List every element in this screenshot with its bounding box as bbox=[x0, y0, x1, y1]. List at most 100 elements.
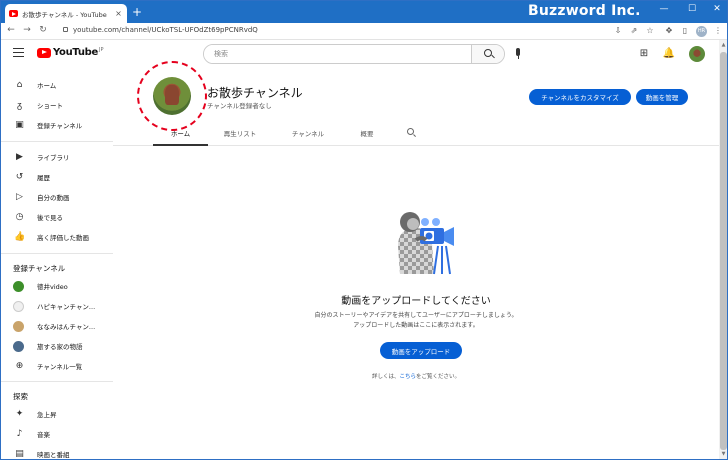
subscription-label: 徳井video bbox=[37, 283, 68, 291]
subscription-label: ななみはんチャン... bbox=[37, 323, 96, 331]
empty-state-description: 自分のストーリーやアイデアを共有してユーザーにアプローチしましょう。 bbox=[314, 312, 518, 319]
browse-channels-label: チャンネル一覧 bbox=[37, 363, 83, 371]
lock-icon bbox=[63, 27, 68, 32]
sidebar-item-liked-videos[interactable]: 👍 高く評価した動画 bbox=[1, 227, 113, 247]
add-circle-icon: ⊕ bbox=[15, 361, 24, 371]
scroll-down-icon[interactable]: ▼ bbox=[719, 450, 727, 459]
customize-channel-button[interactable]: チャンネルをカスタマイズ bbox=[529, 89, 631, 105]
youtube-favicon-icon bbox=[9, 10, 18, 17]
sidebar-item-home[interactable]: ⌂ ホーム bbox=[1, 75, 113, 95]
tab-about[interactable]: 概要 bbox=[349, 128, 385, 138]
sidebar-item-your-videos[interactable]: ▷ 自分の動画 bbox=[1, 187, 113, 207]
browser-window: お散歩チャンネル - YouTube × + Buzzword Inc. — ☐… bbox=[0, 0, 728, 460]
maximize-button[interactable]: ☐ bbox=[684, 4, 700, 14]
sidebar-item-history[interactable]: ↺ 履歴 bbox=[1, 167, 113, 187]
back-arrow-icon[interactable]: ← bbox=[5, 25, 17, 35]
sidebar-item-shorts[interactable]: ᵹ ショート bbox=[1, 95, 113, 115]
tab-close-icon[interactable]: × bbox=[114, 9, 123, 18]
address-bar: ← → ↻ youtube.com/channel/UCkoTSL-UFOdZt… bbox=[1, 23, 727, 40]
scrollbar-thumb[interactable] bbox=[720, 52, 727, 450]
sidebar-item-label: 音楽 bbox=[37, 431, 50, 439]
learn-more-link[interactable]: こちら bbox=[399, 374, 416, 380]
minimize-button[interactable]: — bbox=[656, 4, 672, 14]
sidebar-item-label: 履歴 bbox=[37, 174, 50, 182]
browser-tab[interactable]: お散歩チャンネル - YouTube × bbox=[5, 4, 127, 23]
sidepanel-icon[interactable]: ▯ bbox=[679, 26, 691, 35]
subscription-item[interactable]: 旅する家の物語 bbox=[1, 336, 113, 356]
bookmark-star-icon[interactable]: ☆ bbox=[644, 26, 656, 35]
hamburger-menu-icon[interactable] bbox=[13, 48, 24, 57]
youtube-logo-text: YouTube bbox=[53, 47, 98, 58]
subscriber-count: チャンネル登録者なし bbox=[207, 102, 272, 110]
history-icon: ↺ bbox=[15, 172, 24, 182]
sidebar-item-music[interactable]: ♪ 音楽 bbox=[1, 424, 113, 444]
youtube-logo-suffix: JP bbox=[99, 46, 104, 53]
notifications-bell-icon[interactable]: 🔔 bbox=[662, 48, 676, 59]
subscriptions-section-title: 登録チャンネル bbox=[13, 264, 66, 273]
sidebar-item-watch-later[interactable]: ◷ 後で見る bbox=[1, 207, 113, 227]
sidebar-divider bbox=[1, 253, 113, 254]
search-icon[interactable] bbox=[471, 45, 504, 63]
sidebar-divider bbox=[1, 141, 113, 142]
install-icon[interactable]: ⇩ bbox=[612, 26, 624, 35]
empty-state-description-2: アップロードした動画はここに表示されます。 bbox=[353, 322, 479, 329]
channel-avatar bbox=[13, 340, 24, 352]
scroll-up-icon[interactable]: ▲ bbox=[719, 41, 727, 50]
sidebar-item-label: 映画と番組 bbox=[37, 451, 70, 459]
subscription-item[interactable]: 徳井video bbox=[1, 276, 113, 296]
sidebar-item-movies[interactable]: ▤ 映画と番組 bbox=[1, 444, 113, 459]
tab-home[interactable]: ホーム bbox=[153, 128, 208, 138]
manage-videos-button[interactable]: 動画を管理 bbox=[636, 89, 688, 105]
page-scrollbar[interactable]: ▲ ▼ bbox=[719, 40, 727, 459]
subscription-label: 旅する家の物語 bbox=[37, 343, 83, 351]
subscription-item[interactable]: ハピキャンチャン... bbox=[1, 296, 113, 316]
sidebar-item-library[interactable]: ▶ ライブラリ bbox=[1, 147, 113, 167]
search-input[interactable] bbox=[204, 45, 472, 63]
browser-profile-avatar[interactable]: HR bbox=[696, 26, 707, 37]
channel-tabs: ホーム 再生リスト チャンネル 概要 bbox=[113, 124, 719, 146]
forward-arrow-icon[interactable]: → bbox=[21, 25, 33, 35]
close-window-button[interactable]: ✕ bbox=[709, 4, 725, 14]
music-icon: ♪ bbox=[16, 429, 23, 439]
sidebar-item-subscriptions[interactable]: ▣ 登録チャンネル bbox=[1, 115, 113, 135]
tab-channels[interactable]: チャンネル bbox=[283, 128, 333, 138]
sidebar-item-label: 自分の動画 bbox=[37, 194, 70, 202]
learn-more-text: 詳しくは、こちらをご覧ください。 bbox=[113, 372, 719, 380]
sidebar-item-trending[interactable]: ✦ 急上昇 bbox=[1, 404, 113, 424]
learn-more-suffix: をご覧ください。 bbox=[416, 374, 461, 380]
subscription-label: ハピキャンチャン... bbox=[37, 303, 96, 311]
watermark: Buzzword Inc. bbox=[528, 3, 641, 19]
tab-playlists[interactable]: 再生リスト bbox=[215, 128, 265, 138]
channel-avatar bbox=[13, 280, 24, 292]
channel-avatar bbox=[13, 300, 24, 312]
create-video-icon[interactable]: ⊞ bbox=[637, 48, 651, 59]
your-videos-icon: ▷ bbox=[16, 192, 23, 202]
youtube-logo[interactable]: YouTube JP bbox=[37, 47, 104, 58]
learn-more-prefix: 詳しくは、 bbox=[371, 374, 400, 380]
sidebar: ⌂ ホーム ᵹ ショート ▣ 登録チャンネル ▶ ライブラリ ↺ 履歴 ▷ 自分… bbox=[1, 70, 113, 459]
search-box bbox=[203, 44, 505, 64]
account-avatar[interactable] bbox=[689, 46, 705, 62]
url-field[interactable]: youtube.com/channel/UCkoTSL-UFOdZt69pPCN… bbox=[73, 26, 258, 34]
share-icon[interactable]: ⇗ bbox=[628, 26, 640, 35]
sidebar-item-label: 高く評価した動画 bbox=[37, 234, 89, 242]
microphone-icon[interactable] bbox=[512, 48, 524, 61]
sidebar-item-label: 後で見る bbox=[37, 214, 63, 222]
reload-icon[interactable]: ↻ bbox=[37, 25, 49, 35]
new-tab-button[interactable]: + bbox=[130, 4, 144, 20]
sidebar-item-label: ライブラリ bbox=[37, 154, 70, 162]
sidebar-item-label: ホーム bbox=[37, 82, 57, 90]
browse-channels-item[interactable]: ⊕ チャンネル一覧 bbox=[1, 356, 113, 376]
extensions-icon[interactable]: ✥ bbox=[663, 26, 675, 35]
youtube-header: YouTube JP ⊞ 🔔 bbox=[1, 40, 719, 70]
trending-icon: ✦ bbox=[15, 409, 24, 419]
browser-menu-icon[interactable]: ⋮ bbox=[712, 26, 724, 35]
channel-search-icon[interactable] bbox=[407, 128, 414, 135]
channel-name: お散歩チャンネル bbox=[207, 86, 303, 100]
liked-videos-icon: 👍 bbox=[14, 232, 26, 242]
subscription-item[interactable]: ななみはんチャン... bbox=[1, 316, 113, 336]
upload-video-button[interactable]: 動画をアップロード bbox=[380, 342, 462, 359]
sidebar-item-label: 急上昇 bbox=[37, 411, 57, 419]
sidebar-item-label: ショート bbox=[37, 102, 63, 110]
upload-illustration bbox=[398, 212, 454, 275]
